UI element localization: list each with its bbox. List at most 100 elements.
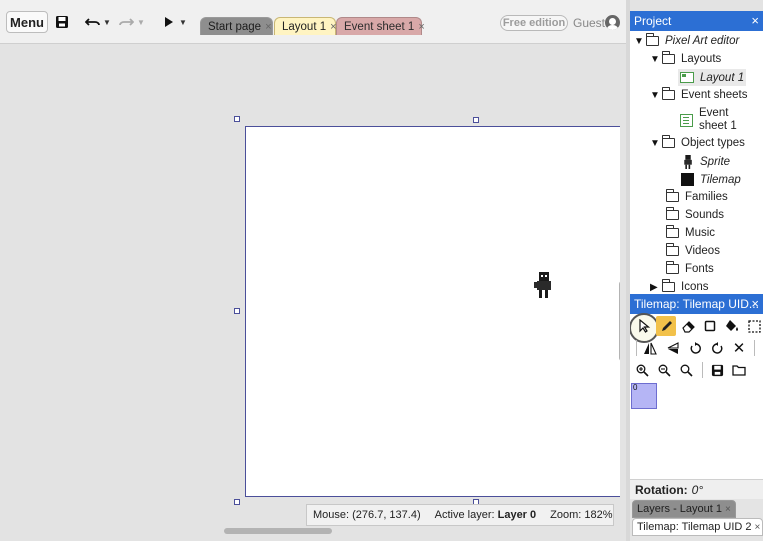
menu-button[interactable]: Menu — [6, 11, 48, 33]
tree-label: Layouts — [681, 53, 722, 65]
tree-label: Sounds — [685, 209, 725, 221]
tree-item-sounds[interactable]: Sounds — [666, 207, 725, 221]
tree-item-fonts[interactable]: Fonts — [666, 261, 714, 275]
tree-item-music[interactable]: Music — [666, 225, 715, 239]
rotate-ccw-icon[interactable] — [685, 338, 705, 358]
flip-vertical-icon[interactable] — [663, 338, 683, 358]
sprite-object[interactable] — [534, 272, 552, 298]
save-tileset-icon[interactable] — [707, 360, 727, 380]
select-tool-icon[interactable] — [634, 316, 654, 336]
tree-item-event-sheets[interactable]: ▼ Event sheets — [650, 87, 748, 101]
free-edition-badge[interactable]: Free edition — [500, 15, 568, 31]
tilemap-icon — [681, 173, 694, 186]
tree-label: Event sheets — [681, 89, 748, 101]
mouse-position: Mouse: (276.7, 137.4) — [313, 509, 421, 521]
expand-arrow-icon[interactable]: ▼ — [650, 54, 662, 65]
active-layer-label: Active layer: — [434, 509, 495, 521]
tree-item-sprite[interactable]: Sprite — [681, 155, 730, 169]
layout-icon — [680, 72, 694, 83]
play-dropdown-icon[interactable]: ▼ — [179, 12, 187, 32]
tree-label-line: sheet 1 — [699, 120, 737, 132]
toolbar-separator — [702, 362, 703, 378]
close-icon[interactable]: × — [725, 504, 731, 515]
toolbar-separator — [754, 340, 755, 356]
tab-layers[interactable]: Layers - Layout 1 × — [632, 500, 736, 518]
active-layer: Active layer: Layer 0 — [435, 509, 537, 521]
resize-handle[interactable] — [234, 499, 240, 505]
fill-bucket-icon[interactable] — [722, 316, 742, 336]
resize-handle[interactable] — [234, 116, 240, 122]
undo-dropdown-icon[interactable]: ▼ — [103, 12, 111, 32]
eraser-tool-icon[interactable] — [678, 316, 698, 336]
open-folder-icon[interactable] — [729, 360, 749, 380]
expand-arrow-icon[interactable]: ▼ — [650, 90, 662, 101]
tree-item-layout-1[interactable]: Layout 1 — [678, 69, 746, 86]
tile-swatch[interactable]: 0 — [631, 383, 657, 409]
tree-label: Families — [685, 191, 728, 203]
resize-handle[interactable] — [473, 117, 479, 123]
clear-transform-icon[interactable]: ✕ — [729, 338, 749, 358]
user-avatar-icon[interactable] — [605, 15, 620, 30]
tab-tilemap[interactable]: Tilemap: Tilemap UID 2 × — [632, 518, 763, 536]
zoom-reset-icon[interactable] — [676, 360, 696, 380]
tab-layout-1[interactable]: Layout 1 × — [274, 17, 337, 35]
tab-event-sheet-1[interactable]: Event sheet 1 × — [336, 17, 425, 35]
tilemap-panel-header: Tilemap: Tilemap UID... × — [630, 294, 763, 314]
flip-horizontal-icon[interactable] — [640, 338, 660, 358]
tree-label: Icons — [681, 281, 709, 293]
play-icon[interactable] — [162, 12, 176, 32]
tree-item-icons[interactable]: ▶ Icons — [650, 279, 709, 293]
rotation-label: Rotation: — [635, 482, 688, 497]
tree-item-root[interactable]: ▼ Pixel Art editor — [634, 33, 739, 47]
folder-icon — [662, 87, 675, 100]
redo-icon[interactable] — [117, 12, 135, 32]
collapse-arrow-icon[interactable]: ▶ — [650, 282, 662, 293]
resize-handle[interactable] — [234, 308, 240, 314]
redo-dropdown-icon[interactable]: ▼ — [137, 12, 145, 32]
zoom-in-icon[interactable] — [632, 360, 652, 380]
folder-icon — [662, 135, 675, 148]
tree-item-videos[interactable]: Videos — [666, 243, 720, 257]
marquee-select-icon[interactable] — [744, 316, 763, 336]
active-layer-value: Layer 0 — [497, 509, 537, 521]
horizontal-scrollbar[interactable] — [224, 528, 332, 534]
tilemap-panel: Tilemap: Tilemap UID... × ✕ 0 — [630, 294, 763, 479]
folder-icon — [662, 279, 675, 292]
panel-title: Project — [634, 14, 672, 28]
zoom-out-icon[interactable] — [654, 360, 674, 380]
panel-title: Tilemap: Tilemap UID... — [634, 297, 759, 311]
undo-icon[interactable] — [84, 12, 102, 32]
layout-canvas[interactable] — [245, 126, 620, 497]
tree-item-layouts[interactable]: ▼ Layouts — [650, 51, 722, 65]
tree-label: Fonts — [685, 263, 714, 275]
event-sheet-icon — [680, 113, 693, 127]
rotate-cw-icon[interactable] — [707, 338, 727, 358]
tree-item-families[interactable]: Families — [666, 189, 728, 203]
tab-label: Event sheet 1 — [344, 20, 415, 33]
status-bar: Mouse: (276.7, 137.4) Active layer: Laye… — [306, 504, 614, 526]
tree-item-tilemap[interactable]: Tilemap — [681, 173, 741, 186]
tab-label: Layout 1 — [282, 20, 327, 33]
vertical-scrollbar[interactable] — [619, 281, 620, 361]
expand-arrow-icon[interactable]: ▼ — [634, 36, 646, 47]
layout-view[interactable] — [0, 45, 620, 520]
close-icon[interactable]: × — [755, 522, 761, 533]
tree-label: Videos — [685, 245, 720, 257]
folder-icon — [666, 261, 679, 274]
tab-start-page[interactable]: Start page × — [200, 17, 273, 35]
close-icon[interactable]: × — [418, 21, 424, 33]
folder-icon — [666, 189, 679, 202]
pencil-tool-icon[interactable] — [656, 316, 676, 336]
rectangle-tool-icon[interactable] — [700, 316, 720, 336]
rotation-bar: Rotation: 0° — [630, 479, 763, 499]
tree-label: Object types — [681, 137, 745, 149]
tree-item-event-sheet-1[interactable]: Event sheet 1 — [680, 107, 737, 133]
expand-arrow-icon[interactable]: ▼ — [650, 138, 662, 149]
close-icon[interactable]: × — [265, 21, 271, 33]
folder-icon — [662, 51, 675, 64]
tree-item-object-types[interactable]: ▼ Object types — [650, 135, 745, 149]
close-icon[interactable]: × — [751, 296, 759, 311]
close-icon[interactable]: × — [751, 13, 759, 28]
save-icon[interactable] — [54, 12, 70, 32]
guest-label[interactable]: Guest — [573, 16, 605, 30]
